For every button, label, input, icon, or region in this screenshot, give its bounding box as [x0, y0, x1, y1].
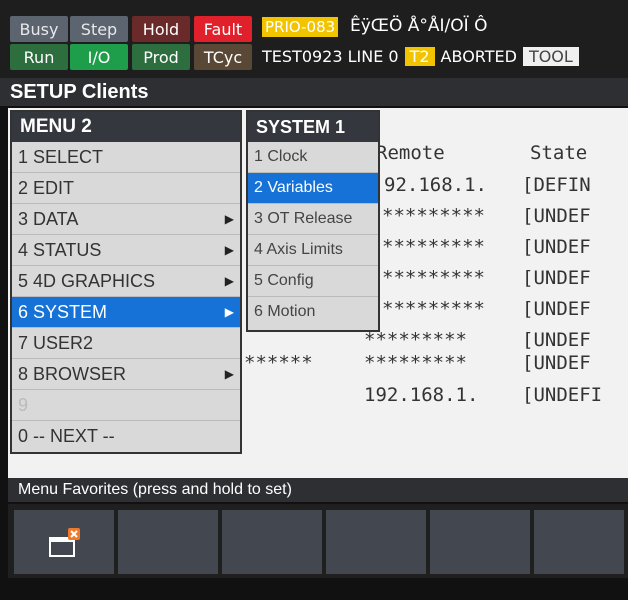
- menu-item-label: 8 BROWSER: [18, 364, 127, 384]
- menu-item-next[interactable]: 0 -- NEXT --: [12, 421, 240, 451]
- menu-item-user2[interactable]: 7 USER2: [12, 328, 240, 359]
- submenu-item-motion[interactable]: 6 Motion: [248, 297, 378, 327]
- menu-item-system[interactable]: 6 SYSTEM ▶: [12, 297, 240, 328]
- menu-item-label: 2 EDIT: [18, 178, 75, 198]
- remote-cell: 192.168.1.: [364, 384, 479, 406]
- remote-cell: *********: [364, 352, 467, 374]
- remote-cell: *********: [382, 236, 485, 258]
- state-cell: [UNDEF: [522, 352, 591, 374]
- step-indicator: Step: [70, 16, 128, 42]
- remote-cell: 92.168.1.: [384, 174, 487, 196]
- menu-item-9: 9: [12, 390, 240, 421]
- menu-item-label: 0 -- NEXT --: [18, 426, 115, 446]
- io-indicator: I/O: [70, 44, 128, 70]
- favorite-slot-4[interactable]: [326, 510, 426, 574]
- menu-item-status[interactable]: 4 STATUS ▶: [12, 235, 240, 266]
- menu-item-data[interactable]: 3 DATA ▶: [12, 204, 240, 235]
- remote-cell: *********: [382, 298, 485, 320]
- menu-item-label: 1 SELECT: [18, 147, 104, 167]
- submenu-arrow-icon: ▶: [224, 212, 234, 226]
- menu-title: MENU 2: [12, 112, 240, 142]
- menu-favorites-label: Menu Favorites (press and hold to set): [8, 478, 628, 502]
- menu-item-label: 4 STATUS: [18, 240, 102, 260]
- menu-item-edit[interactable]: 2 EDIT: [12, 173, 240, 204]
- menu-item-4d-graphics[interactable]: 5 4D GRAPHICS ▶: [12, 266, 240, 297]
- tcyc-indicator: TCyc: [194, 44, 252, 70]
- remote-cell: *********: [364, 329, 467, 351]
- state-cell: [UNDEF: [522, 329, 591, 351]
- menu-item-label: 6 SYSTEM: [18, 302, 108, 322]
- favorite-slot-5[interactable]: [430, 510, 530, 574]
- status-message: ÊÿŒÖ Å°ÅI/OÏ Ô: [350, 16, 488, 36]
- coord-frame-badge: TOOL: [522, 46, 579, 66]
- run-indicator: Run: [10, 44, 68, 70]
- menu-item-label: 3 DATA: [18, 209, 79, 229]
- favorites-bar: [8, 504, 628, 578]
- prod-indicator: Prod: [132, 44, 190, 70]
- submenu-arrow-icon: ▶: [224, 274, 234, 288]
- state-cell: [UNDEF: [522, 236, 591, 258]
- local-cell: ******: [244, 352, 313, 374]
- menu-item-select[interactable]: 1 SELECT: [12, 142, 240, 173]
- status-bar: Busy Step Hold Fault Run I/O Prod TCyc P…: [0, 0, 628, 78]
- program-name: TEST0923 LINE 0: [262, 46, 399, 66]
- system-submenu: SYSTEM 1 1 Clock 2 Variables 3 OT Releas…: [246, 110, 380, 332]
- program-status-line: TEST0923 LINE 0 T2 ABORTED TOOL: [262, 44, 579, 68]
- submenu-item-variables[interactable]: 2 Variables: [248, 173, 378, 204]
- remote-cell: *********: [382, 205, 485, 227]
- submenu-item-ot-release[interactable]: 3 OT Release: [248, 204, 378, 235]
- state-cell: [UNDEF: [522, 298, 591, 320]
- main-menu: MENU 2 1 SELECT 2 EDIT 3 DATA ▶ 4 STATUS ▶…: [10, 110, 242, 454]
- mode-badge: T2: [404, 46, 435, 66]
- priority-badge: PRIO-083: [262, 17, 339, 37]
- menu-item-label: 5 4D GRAPHICS: [18, 271, 156, 291]
- submenu-arrow-icon: ▶: [224, 243, 234, 257]
- execution-state: ABORTED: [440, 46, 517, 66]
- favorite-slot-1[interactable]: [14, 510, 114, 574]
- window-close-icon: [49, 528, 80, 557]
- submenu-title: SYSTEM 1: [248, 112, 378, 142]
- state-header: State: [530, 142, 588, 164]
- submenu-item-clock[interactable]: 1 Clock: [248, 142, 378, 173]
- remote-header: Remote: [376, 142, 445, 164]
- hold-indicator: Hold: [132, 16, 190, 42]
- state-cell: [UNDEFI: [522, 384, 603, 406]
- submenu-item-axis-limits[interactable]: 4 Axis Limits: [248, 235, 378, 266]
- fault-indicator: Fault: [194, 16, 252, 42]
- favorite-slot-3[interactable]: [222, 510, 322, 574]
- favorite-slot-2[interactable]: [118, 510, 218, 574]
- busy-indicator: Busy: [10, 16, 68, 42]
- state-cell: [DEFIN: [522, 174, 591, 196]
- favorite-slot-6[interactable]: [534, 510, 624, 574]
- remote-cell: *********: [382, 267, 485, 289]
- submenu-item-config[interactable]: 5 Config: [248, 266, 378, 297]
- menu-item-label: 9: [18, 395, 29, 415]
- state-cell: [UNDEF: [522, 267, 591, 289]
- submenu-arrow-icon: ▶: [224, 305, 234, 319]
- menu-item-label: 7 USER2: [18, 333, 94, 353]
- submenu-arrow-icon: ▶: [224, 367, 234, 381]
- state-cell: [UNDEF: [522, 205, 591, 227]
- menu-item-browser[interactable]: 8 BROWSER ▶: [12, 359, 240, 390]
- screen-title: SETUP Clients: [0, 78, 628, 106]
